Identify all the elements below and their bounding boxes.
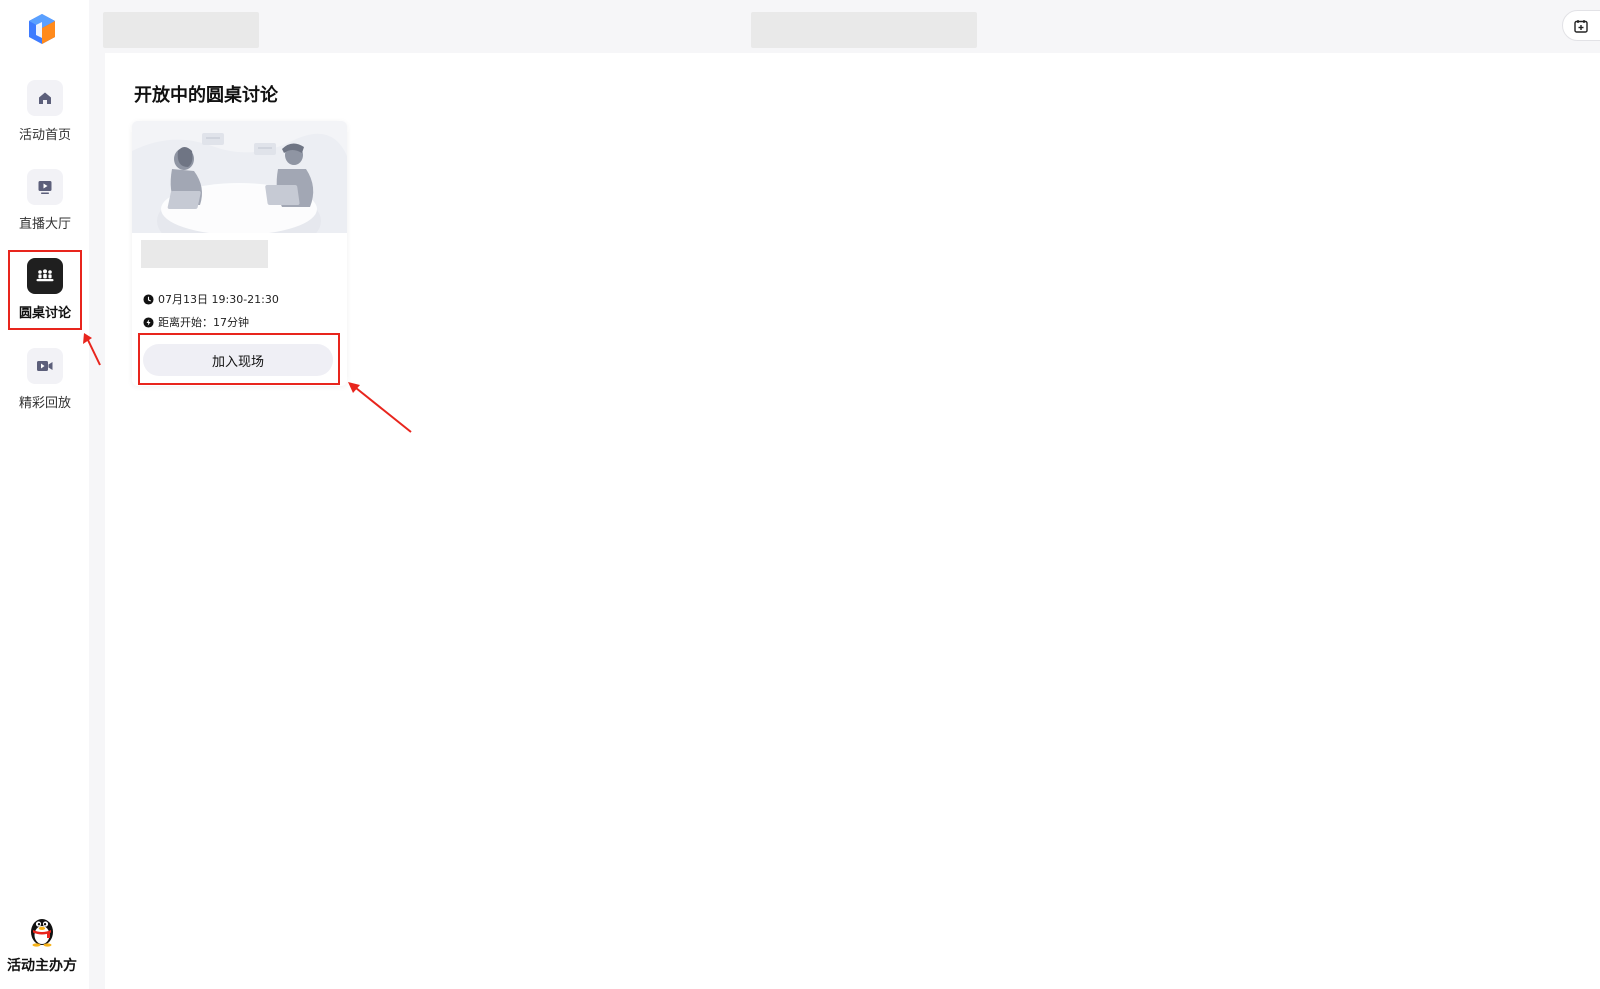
- app-logo[interactable]: [27, 13, 57, 45]
- roundtable-group-icon: [36, 269, 54, 282]
- home-icon: [39, 92, 51, 104]
- calendar-add-icon: [1574, 19, 1588, 33]
- lightning-icon: [143, 316, 154, 328]
- card-time-row: 07月13日 19:30-21:30: [143, 291, 279, 307]
- nav-icon-box: [27, 169, 63, 205]
- nav-icon-box: [27, 258, 63, 294]
- live-play-icon: [38, 181, 52, 194]
- sidebar: 活动首页 直播大厅 圆桌讨论 精彩回放 活动主办方: [0, 0, 89, 989]
- organizer-label: 活动主办方: [7, 958, 77, 974]
- video-camera-icon: [37, 361, 53, 371]
- roundtable-card[interactable]: 07月13日 19:30-21:30 距离开始：17分钟 加入现场: [132, 121, 347, 386]
- organizer[interactable]: 活动主办方: [0, 899, 84, 989]
- card-countdown: 距离开始：17分钟: [158, 316, 249, 329]
- nav-icon-box: [27, 348, 63, 384]
- join-button[interactable]: 加入现场: [143, 344, 333, 376]
- discussion-illustration: [132, 121, 347, 233]
- sidebar-item-label: 精彩回放: [18, 396, 71, 411]
- nav-icon-box: [27, 80, 63, 116]
- sidebar-item-label: 活动首页: [18, 128, 71, 143]
- main-content: 开放中的圆桌讨论 07月13日 19:30-21:30 距离开始：17分钟 加入…: [105, 53, 1600, 989]
- card-title-placeholder: [141, 240, 268, 268]
- sidebar-item-home[interactable]: 活动首页: [10, 74, 80, 150]
- title-placeholder: [103, 12, 259, 48]
- sidebar-item-label: 直播大厅: [18, 217, 71, 232]
- card-cover-illustration: [132, 121, 347, 233]
- sidebar-item-label: 圆桌讨论: [18, 306, 71, 321]
- sidebar-item-roundtable[interactable]: 圆桌讨论: [8, 250, 82, 330]
- sidebar-item-live-hall[interactable]: 直播大厅: [10, 163, 80, 239]
- top-bar: [89, 0, 1600, 53]
- center-placeholder: [751, 12, 977, 48]
- organizer-penguin-avatar: [31, 919, 53, 947]
- card-countdown-row: 距离开始：17分钟: [143, 314, 249, 330]
- card-time: 07月13日 19:30-21:30: [158, 293, 279, 306]
- sidebar-gutter: [89, 0, 105, 989]
- clock-icon: [143, 293, 154, 305]
- calendar-button[interactable]: [1562, 10, 1600, 41]
- section-title: 开放中的圆桌讨论: [134, 85, 278, 106]
- sidebar-item-replay[interactable]: 精彩回放: [10, 342, 80, 418]
